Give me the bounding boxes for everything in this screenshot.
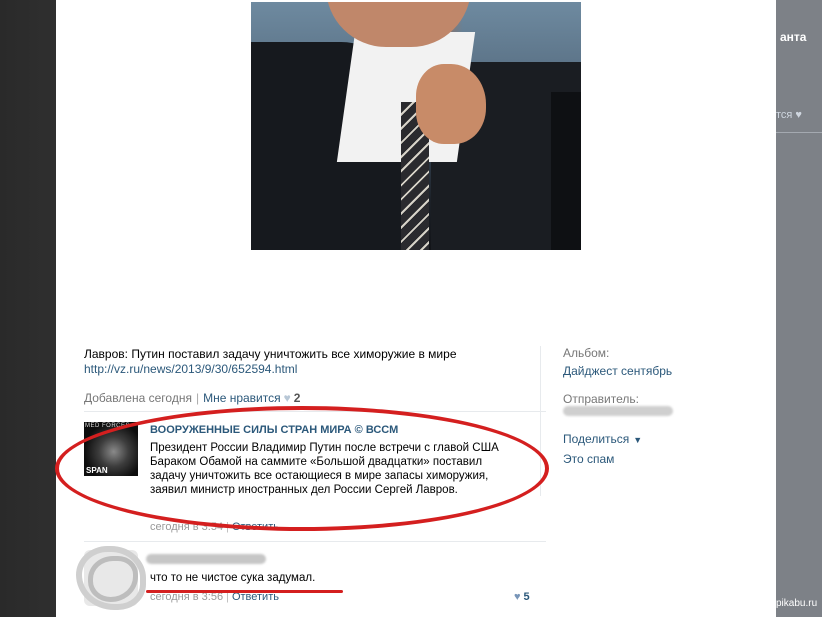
background-page-strip: анта тся ♥ pikabu.ru (776, 0, 822, 617)
report-spam-link[interactable]: Это спам (563, 452, 763, 466)
avatar-caption-bottom: SPAN (86, 466, 108, 475)
share-button[interactable]: Поделиться (563, 432, 629, 446)
avatar[interactable] (76, 546, 146, 610)
background-like-fragment: тся ♥ (776, 109, 802, 121)
like-count: 2 (293, 391, 301, 405)
post-added-date: Добавлена сегодня (84, 391, 192, 405)
post-link[interactable]: http://vz.ru/news/2013/9/30/652594.html (84, 362, 297, 376)
background-title-fragment: анта (780, 30, 807, 44)
sender-redacted[interactable] (563, 406, 673, 416)
reply-button[interactable]: Ответить (232, 521, 279, 533)
photo-hand (416, 64, 486, 144)
post-description: Лавров: Путин поставил задачу уничтожить… (84, 347, 457, 361)
photo-sidebar: Альбом: Дайджест сентябрь Отправитель: П… (563, 346, 763, 466)
photo-background-figure (551, 92, 581, 250)
comment-author-redacted[interactable] (146, 554, 266, 564)
post-divider (84, 411, 546, 412)
comment-author[interactable]: ВООРУЖЕННЫЕ СИЛЫ СТРАН МИРА © ВССМ (150, 424, 398, 436)
album-label: Альбом: (563, 346, 610, 360)
comment-meta: сегодня в 3:54 | Ответить (150, 521, 279, 533)
sender-label: Отправитель: (563, 392, 639, 406)
background-divider (776, 132, 822, 133)
heart-icon[interactable]: ♥ (284, 391, 291, 405)
share-menu[interactable]: Поделиться ▼ (563, 432, 763, 446)
comment-like-button[interactable]: ♥ 5 (514, 591, 530, 603)
comment: что то не чистое сука задумал. сегодня в… (76, 546, 546, 610)
like-button[interactable]: Мне нравится (203, 391, 281, 405)
avatar[interactable]: MED FORCES SPAN (84, 422, 138, 476)
post-meta: Добавлена сегодня | Мне нравится ♥ 2 (84, 391, 300, 405)
annotation-underline (146, 590, 343, 593)
meta-separator: | (195, 391, 200, 405)
comment-text: что то не чистое сука задумал. (150, 572, 316, 584)
heart-icon: ♥ (514, 591, 521, 603)
comment-divider (84, 541, 546, 542)
post-photo[interactable] (251, 2, 581, 250)
avatar-caption: MED FORCES (85, 423, 131, 429)
meta-separator: | (226, 521, 229, 533)
chevron-down-icon[interactable]: ▼ (633, 435, 642, 445)
album-link[interactable]: Дайджест сентябрь (563, 364, 763, 378)
comment-like-count: 5 (523, 591, 530, 603)
photo-viewer-panel: Лавров: Путин поставил задачу уничтожить… (56, 0, 776, 617)
watermark: pikabu.ru (776, 598, 818, 609)
comment-time[interactable]: сегодня в 3:54 (150, 521, 223, 533)
sidebar-divider (540, 346, 541, 496)
comment-text: Президент России Владимир Путин после вс… (150, 442, 499, 496)
